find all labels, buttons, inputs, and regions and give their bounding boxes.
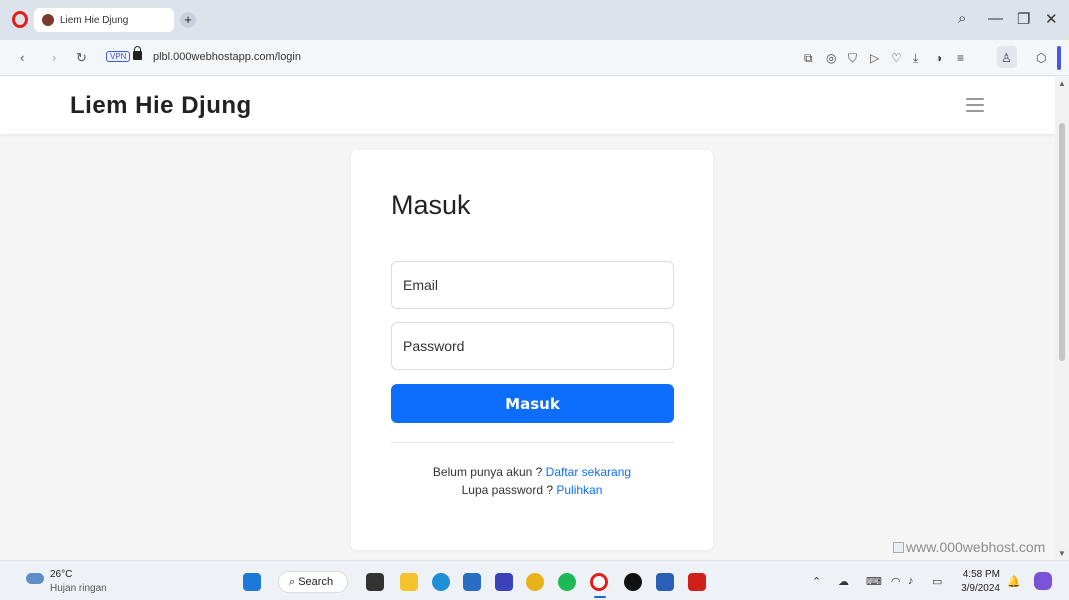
extensions-icon[interactable]: ⬡ xyxy=(1036,51,1046,65)
task-view-icon[interactable] xyxy=(366,573,384,591)
onedrive-icon[interactable]: ☁ xyxy=(838,575,849,588)
app-icon[interactable] xyxy=(495,573,513,591)
lock-icon[interactable] xyxy=(133,46,142,60)
word-icon[interactable] xyxy=(656,573,674,591)
camera-icon[interactable]: ◎ xyxy=(826,51,836,65)
keyboard-icon[interactable]: ⌨ xyxy=(866,575,882,588)
new-tab-button[interactable]: + xyxy=(180,12,196,28)
edge-icon[interactable] xyxy=(432,573,450,591)
opera-taskbar-icon[interactable] xyxy=(590,573,608,591)
battery-saver-icon[interactable]: ◑ xyxy=(935,51,942,65)
vpn-badge[interactable]: VPN xyxy=(106,51,131,62)
forward-button[interactable]: › xyxy=(52,50,56,65)
clock-date[interactable]: 3/9/2024 xyxy=(956,583,1000,594)
tiktok-icon[interactable] xyxy=(624,573,642,591)
register-prompt: Belum punya akun ? xyxy=(432,465,546,479)
broken-image-icon xyxy=(893,542,904,553)
recover-prompt: Lupa password ? xyxy=(461,483,557,497)
tab-search-icon[interactable]: ⌕ xyxy=(958,10,966,27)
login-card: Masuk Masuk Belum punya akun ? Daftar se… xyxy=(351,150,713,550)
volume-icon[interactable]: ♪ xyxy=(908,575,914,587)
site-favicon-icon xyxy=(42,14,54,26)
url-field[interactable]: plbl.000webhostapp.com/login xyxy=(153,51,301,63)
recover-link[interactable]: Pulihkan xyxy=(556,483,602,497)
minimize-button[interactable]: — xyxy=(988,10,1003,27)
close-window-button[interactable]: ✕ xyxy=(1045,10,1058,28)
email-field[interactable] xyxy=(391,261,674,309)
acrobat-icon[interactable] xyxy=(688,573,706,591)
reload-button[interactable]: ↻ xyxy=(76,50,87,66)
scroll-down-icon[interactable]: ▼ xyxy=(1058,549,1066,558)
back-button[interactable]: ‹ xyxy=(20,50,24,65)
weather-description[interactable]: Hujan ringan xyxy=(50,583,107,594)
show-hidden-icons[interactable]: ⌃ xyxy=(812,575,821,588)
tab-title: Liem Hie Djung xyxy=(60,14,129,26)
recover-line: Lupa password ? Pulihkan xyxy=(351,483,713,497)
chrome-icon[interactable] xyxy=(526,573,544,591)
scroll-up-icon[interactable]: ▲ xyxy=(1058,79,1066,88)
page-scrollbar[interactable]: ▲ ▼ xyxy=(1055,77,1069,560)
shield-icon[interactable]: ⛉ xyxy=(848,51,857,66)
snapshot-icon[interactable]: ⧉ xyxy=(804,51,813,66)
heart-icon[interactable]: ♡ xyxy=(891,51,902,65)
menu-icon[interactable] xyxy=(966,98,984,112)
clock-time[interactable]: 4:58 PM xyxy=(960,569,1000,580)
weather-temperature[interactable]: 26°C xyxy=(50,569,72,580)
scroll-thumb[interactable] xyxy=(1059,123,1065,361)
browser-tab[interactable]: Liem Hie Djung xyxy=(34,8,174,32)
opera-menu-icon[interactable] xyxy=(12,11,28,28)
download-icon[interactable]: ⤓ xyxy=(913,51,918,66)
password-field[interactable] xyxy=(391,322,674,370)
host-watermark[interactable]: www.000webhost.com xyxy=(893,539,1045,555)
copilot-icon[interactable] xyxy=(1034,572,1052,590)
browser-tab-bar: Liem Hie Djung + ⌕ — ❐ ✕ xyxy=(0,0,1069,40)
notification-bell-icon[interactable]: 🔔 xyxy=(1007,575,1021,588)
weather-cloud-icon[interactable] xyxy=(26,573,44,584)
sidebar-accent xyxy=(1057,46,1061,70)
spotify-icon[interactable] xyxy=(558,573,576,591)
watermark-text: www.000webhost.com xyxy=(906,539,1046,555)
divider xyxy=(391,442,674,443)
wifi-icon[interactable]: ◠ xyxy=(891,575,901,588)
page-title: Masuk xyxy=(391,190,471,220)
site-brand[interactable]: Liem Hie Djung xyxy=(70,92,252,120)
taskbar-search[interactable]: ⌕ Search xyxy=(278,571,348,593)
taskbar: 26°C Hujan ringan ⌕ Search ⌃ ☁ ⌨ ◠ ♪ ▭ 4… xyxy=(0,560,1069,600)
easy-setup-icon[interactable]: ≡ xyxy=(957,51,964,65)
login-button[interactable]: Masuk xyxy=(391,384,674,423)
restore-button[interactable]: ❐ xyxy=(1017,10,1030,28)
file-explorer-icon[interactable] xyxy=(400,573,418,591)
start-icon[interactable] xyxy=(243,573,261,591)
web-page: Liem Hie Djung Masuk Masuk Belum punya a… xyxy=(0,77,1055,560)
play-icon[interactable]: ▷ xyxy=(870,51,879,65)
taskbar-search-label: Search xyxy=(298,576,334,588)
battery-icon[interactable]: ▭ xyxy=(932,575,942,588)
store-icon[interactable] xyxy=(463,573,481,591)
active-app-indicator xyxy=(594,596,606,598)
profile-icon[interactable]: ♙ xyxy=(1001,51,1012,65)
register-line: Belum punya akun ? Daftar sekarang xyxy=(351,465,713,479)
site-header: Liem Hie Djung xyxy=(0,77,1055,134)
register-link[interactable]: Daftar sekarang xyxy=(546,465,631,479)
